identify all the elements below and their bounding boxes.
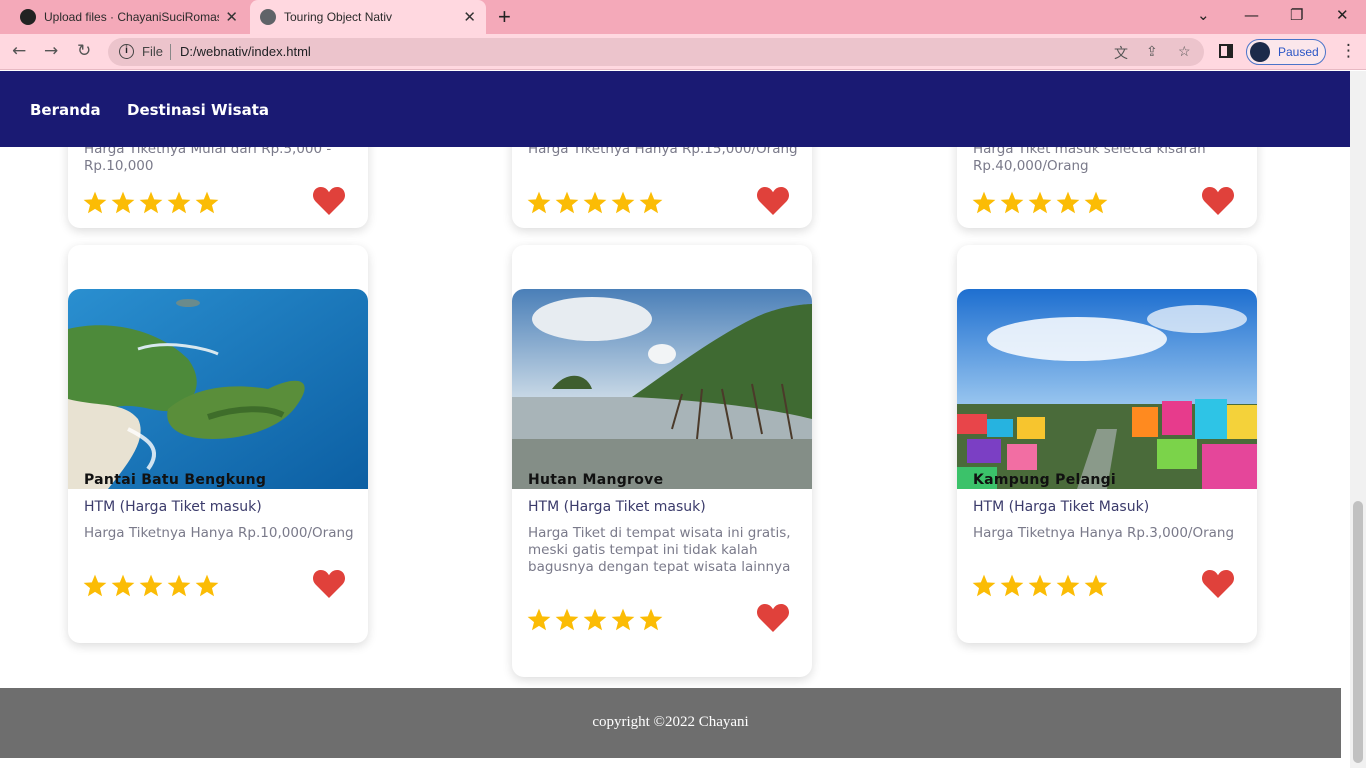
menu-icon[interactable]: ⋮	[1340, 41, 1357, 61]
card-description: Harga Tiketnya Hanya Rp.10,000/Orang	[84, 525, 354, 541]
star-icon	[583, 608, 607, 631]
star-icon	[972, 574, 996, 597]
card-subtitle: HTM (Harga Tiket masuk)	[84, 499, 262, 515]
rating-stars	[971, 190, 1109, 216]
heart-icon[interactable]	[756, 186, 790, 216]
star-icon	[83, 191, 107, 214]
star-icon	[611, 191, 635, 214]
beach-photo	[68, 289, 368, 489]
star-icon	[139, 574, 163, 597]
rating-stars	[82, 190, 220, 216]
rainbow-village-photo	[957, 289, 1257, 489]
rating-stars	[526, 607, 664, 633]
card-description: Harga Tiketnya Hanya Rp.3,000/Orang	[973, 525, 1235, 541]
window-close-button[interactable]: ✕	[1336, 6, 1349, 24]
close-tab-icon[interactable]: ✕	[463, 8, 476, 26]
heart-icon[interactable]	[1201, 186, 1235, 216]
reload-button[interactable]: ↻	[77, 41, 91, 61]
tab-search-chevron-icon[interactable]: ⌄	[1197, 6, 1210, 24]
nav-beranda[interactable]: Beranda	[30, 101, 101, 119]
address-bar[interactable]: i File D:/webnativ/index.html 文 ⇪ ☆	[108, 38, 1204, 66]
rating-stars	[971, 573, 1109, 599]
star-icon	[83, 574, 107, 597]
share-icon[interactable]: ⇪	[1146, 43, 1158, 60]
star-icon	[1084, 574, 1108, 597]
tab-title: Touring Object Nativ	[284, 10, 393, 24]
star-icon	[527, 608, 551, 631]
page-viewport: Beranda Destinasi Wisata Harga Tiketnya …	[0, 71, 1350, 768]
star-icon	[527, 191, 551, 214]
site-info-icon[interactable]: i	[119, 44, 134, 59]
heart-icon[interactable]	[312, 186, 346, 216]
star-icon	[1028, 191, 1052, 214]
scheme-label: File	[142, 44, 163, 59]
tab-title: Upload files · ChayaniSuciRomas	[44, 10, 219, 24]
site-footer: copyright ©2022 Chayani	[0, 688, 1341, 758]
star-icon	[611, 608, 635, 631]
translate-icon[interactable]: 文	[1114, 43, 1128, 63]
star-icon	[167, 574, 191, 597]
new-tab-button[interactable]: +	[498, 4, 511, 30]
avatar	[1250, 42, 1270, 62]
heart-icon[interactable]	[1201, 569, 1235, 599]
destination-card: Hutan Mangrove HTM (Harga Tiket masuk) H…	[512, 245, 812, 677]
star-icon	[111, 191, 135, 214]
rating-stars	[82, 573, 220, 599]
site-navbar: Beranda Destinasi Wisata	[0, 71, 1350, 147]
star-icon	[1000, 574, 1024, 597]
star-icon	[195, 574, 219, 597]
heart-icon[interactable]	[312, 569, 346, 599]
star-icon	[111, 574, 135, 597]
page-scrollbar[interactable]	[1350, 71, 1366, 768]
star-icon	[1084, 191, 1108, 214]
star-icon	[195, 191, 219, 214]
card-subtitle: HTM (Harga Tiket Masuk)	[973, 499, 1150, 515]
profile-status: Paused	[1278, 45, 1319, 59]
forward-button[interactable]: →	[44, 41, 58, 61]
heart-icon[interactable]	[756, 603, 790, 633]
tab-touring-object[interactable]: Touring Object Nativ ✕	[250, 0, 486, 34]
star-icon	[583, 191, 607, 214]
globe-icon	[260, 9, 276, 25]
nav-destinasi-wisata[interactable]: Destinasi Wisata	[127, 101, 269, 119]
card-subtitle: HTM (Harga Tiket masuk)	[528, 499, 706, 515]
star-icon	[1056, 574, 1080, 597]
minimize-button[interactable]: —	[1244, 6, 1259, 24]
github-icon	[20, 9, 36, 25]
card-description: Harga Tiket di tempat wisata ini gratis,…	[528, 525, 791, 575]
star-icon	[167, 191, 191, 214]
close-tab-icon[interactable]: ✕	[225, 8, 238, 26]
card-title: Hutan Mangrove	[528, 472, 664, 488]
side-panel-icon[interactable]	[1219, 44, 1233, 58]
destination-card: Pantai Batu Bengkung HTM (Harga Tiket ma…	[68, 245, 368, 643]
url-text[interactable]: D:/webnativ/index.html	[180, 44, 311, 59]
divider	[170, 44, 171, 60]
card-title: Pantai Batu Bengkung	[84, 472, 267, 488]
card-title: Kampung Pelangi	[973, 472, 1117, 488]
star-icon	[1028, 574, 1052, 597]
rating-stars	[526, 190, 664, 216]
star-icon	[639, 608, 663, 631]
star-icon	[139, 191, 163, 214]
star-icon	[1056, 191, 1080, 214]
star-icon	[1000, 191, 1024, 214]
back-button[interactable]: ←	[12, 41, 26, 61]
star-icon	[639, 191, 663, 214]
mangrove-photo	[512, 289, 812, 489]
star-icon	[555, 608, 579, 631]
star-icon	[972, 191, 996, 214]
copyright-text: copyright ©2022 Chayani	[592, 714, 749, 730]
restore-button[interactable]: ❐	[1290, 6, 1303, 24]
scrollbar-thumb[interactable]	[1353, 501, 1363, 763]
destination-card: Kampung Pelangi HTM (Harga Tiket Masuk) …	[957, 245, 1257, 643]
browser-toolbar: ← → ↻ i File D:/webnativ/index.html 文 ⇪ …	[0, 34, 1366, 70]
star-icon	[555, 191, 579, 214]
tab-upload-files[interactable]: Upload files · ChayaniSuciRomas ✕	[8, 0, 248, 34]
profile-button[interactable]: Paused	[1246, 39, 1326, 65]
bookmark-star-icon[interactable]: ☆	[1178, 43, 1191, 60]
browser-tab-strip: Upload files · ChayaniSuciRomas ✕ Tourin…	[0, 0, 1366, 34]
